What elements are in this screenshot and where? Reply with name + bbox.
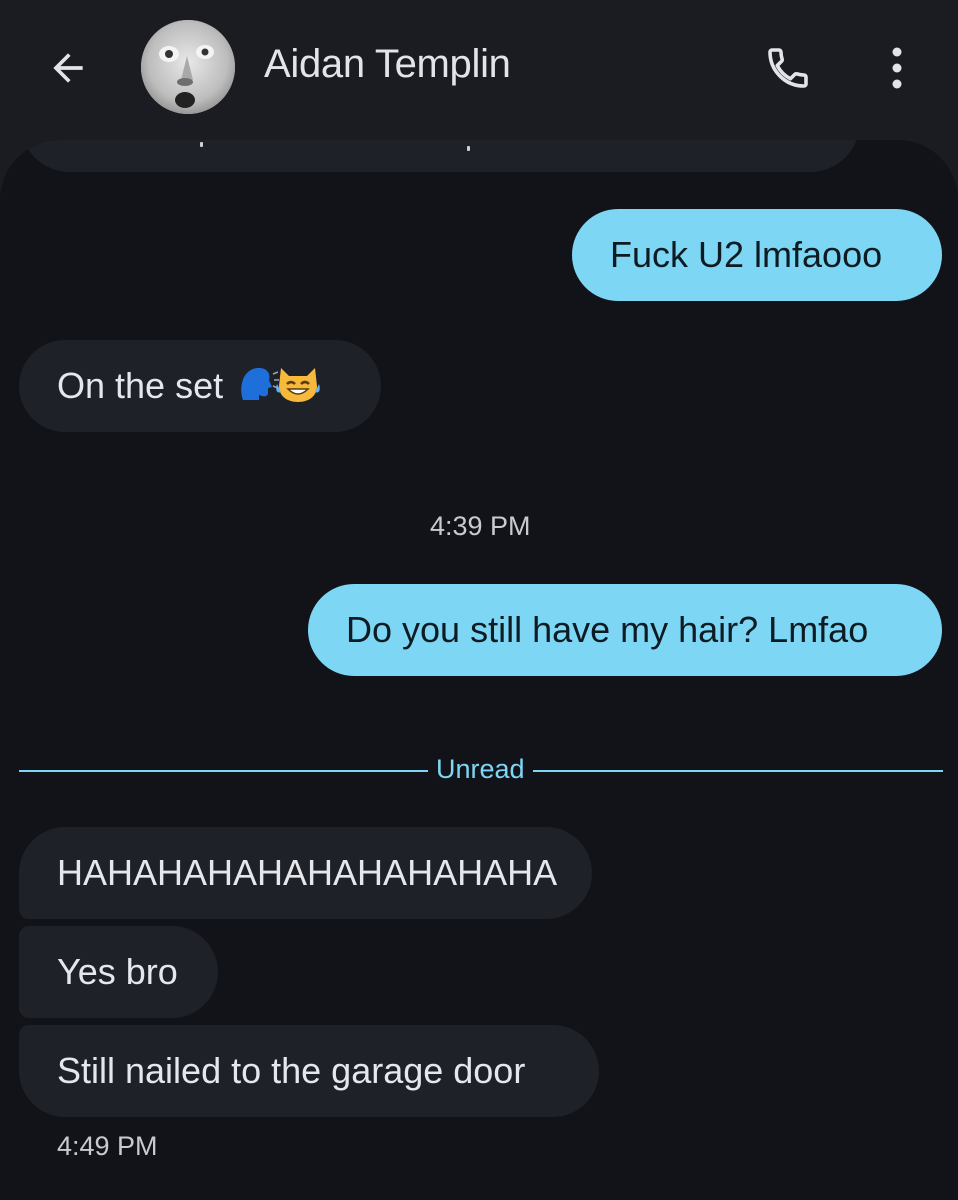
cat-tears-of-joy-emoji — [275, 360, 321, 413]
more-vert-icon — [892, 47, 902, 89]
previous-message-text-fragment — [467, 146, 470, 151]
message-timestamp: 4:49 PM — [57, 1131, 158, 1161]
message-text: On the set — [57, 365, 224, 406]
call-button[interactable] — [758, 38, 818, 98]
message-text: Fuck U2 lmfaooo — [610, 234, 883, 275]
avatar[interactable] — [141, 20, 235, 114]
speaking-head-emoji — [235, 360, 280, 413]
conversation-header: Aidan Templin — [0, 0, 958, 140]
previous-message-bubble[interactable] — [20, 140, 860, 172]
message-thread[interactable]: Fuck U2 lmfaooo On the set 4:39 PM Do yo… — [0, 140, 958, 1200]
unread-divider-line — [533, 770, 943, 772]
phone-icon — [768, 48, 808, 88]
message-bubble-incoming[interactable]: On the set — [19, 340, 381, 432]
message-text: Still nailed to the garage door — [57, 1050, 526, 1091]
message-text: HAHAHAHAHAHAHAHAHAHA — [57, 852, 558, 893]
message-bubble-outgoing[interactable]: Fuck U2 lmfaooo — [572, 209, 942, 301]
unread-divider-line — [19, 770, 428, 772]
contact-name[interactable]: Aidan Templin — [264, 42, 511, 87]
message-text: Yes bro — [57, 951, 178, 992]
message-bubble-incoming[interactable]: Yes bro — [19, 926, 218, 1018]
previous-message-text-fragment — [200, 142, 203, 147]
message-bubble-incoming[interactable]: HAHAHAHAHAHAHAHAHAHA — [19, 827, 592, 919]
contact-avatar-photo — [141, 20, 235, 114]
message-timestamp: 4:39 PM — [430, 511, 531, 541]
back-button[interactable] — [40, 40, 96, 96]
unread-divider-label: Unread — [436, 754, 525, 784]
message-bubble-outgoing[interactable]: Do you still have my hair? Lmfao — [308, 584, 942, 676]
arrow-left-icon — [53, 53, 83, 83]
message-bubble-incoming[interactable]: Still nailed to the garage door — [19, 1025, 599, 1117]
more-options-button[interactable] — [872, 38, 922, 98]
message-text: Do you still have my hair? Lmfao — [346, 609, 869, 650]
